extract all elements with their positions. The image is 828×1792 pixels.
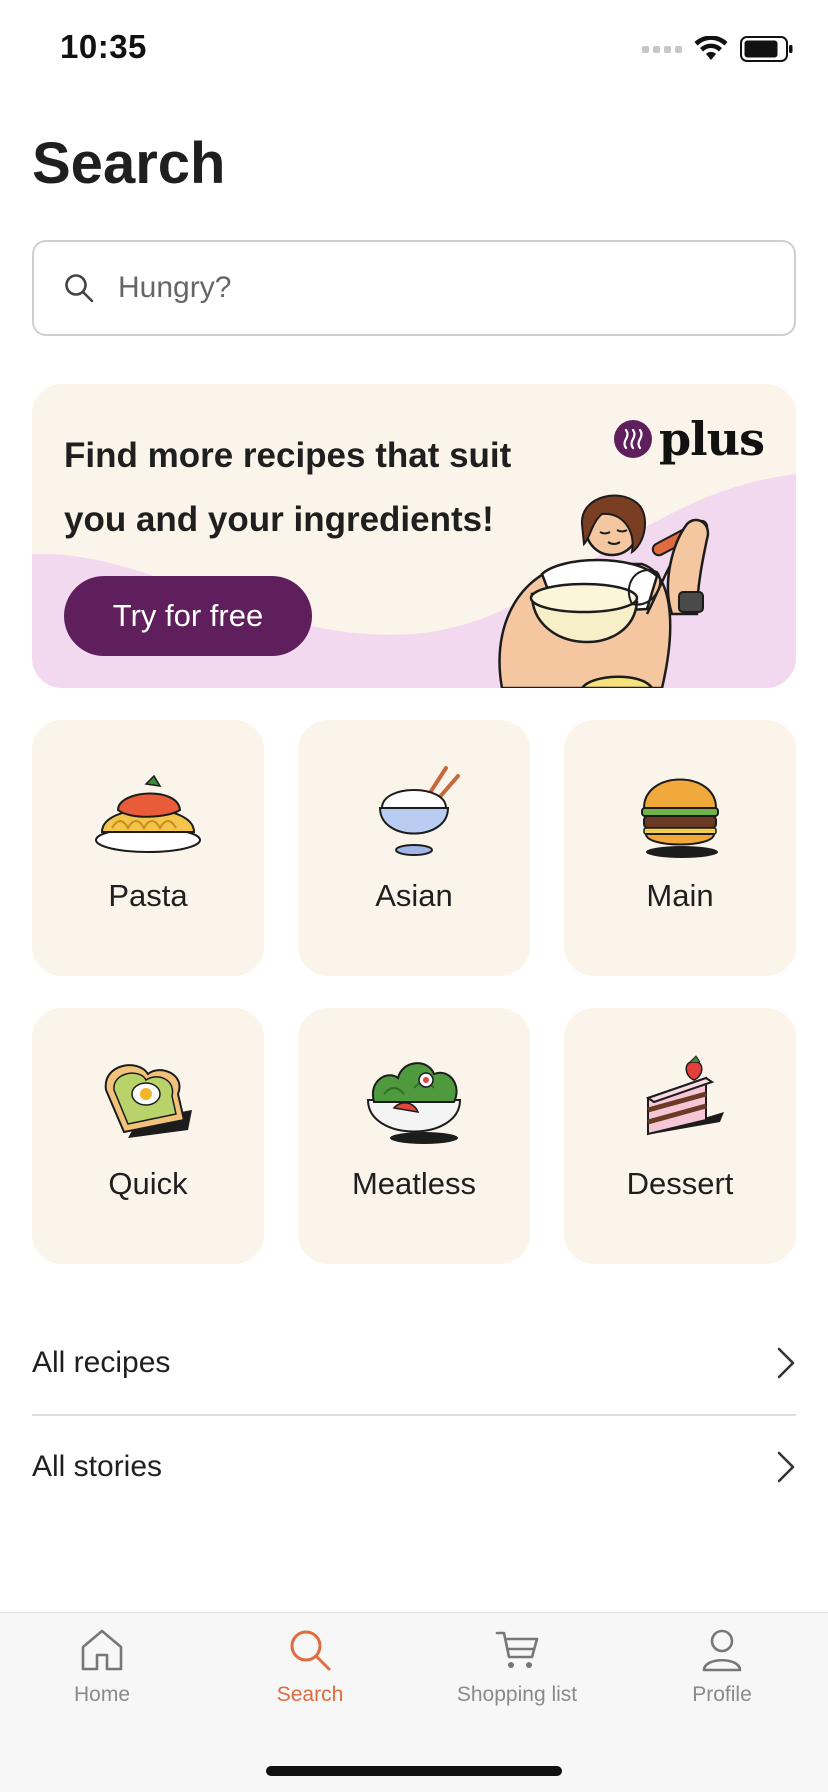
tab-label: Home: [73, 1683, 131, 1706]
status-bar: 10:35: [0, 0, 828, 100]
category-label: Quick: [108, 1166, 188, 1201]
salad-icon: [366, 1062, 462, 1144]
plus-logo: plus: [613, 412, 765, 466]
cellular-signal-icon: [642, 45, 682, 53]
all-recipes-label: All recipes: [32, 1346, 171, 1379]
category-asian[interactable]: Asian: [298, 720, 530, 976]
tab-label: Profile: [692, 1683, 752, 1706]
home-indicator: [266, 1766, 562, 1776]
plus-promo-banner[interactable]: Find more recipes that suit you and your…: [32, 384, 796, 688]
cart-icon: [495, 1631, 539, 1668]
pasta-icon: [95, 774, 201, 853]
category-grid: Pasta Asian Main Quick Meatless Dessert: [32, 720, 796, 1264]
search-input[interactable]: [118, 271, 718, 305]
category-dessert[interactable]: Dessert: [564, 1008, 796, 1264]
chef-whisking-illustration: [498, 494, 710, 688]
category-label: Asian: [375, 878, 453, 913]
category-meatless[interactable]: Meatless: [298, 1008, 530, 1264]
status-time: 10:35: [60, 28, 147, 65]
all-stories-label: All stories: [32, 1449, 163, 1483]
category-label: Main: [646, 878, 714, 913]
page-title: Search: [32, 131, 226, 196]
burger-icon: [641, 778, 719, 858]
tab-profile[interactable]: Profile: [632, 1627, 812, 1707]
promo-text: Find more recipes that suit you and your…: [64, 436, 512, 539]
chevron-right-icon: [777, 1451, 795, 1482]
tab-label: Shopping list: [456, 1683, 578, 1706]
category-quick[interactable]: Quick: [32, 1008, 264, 1264]
battery-icon: [740, 36, 793, 62]
tab-home[interactable]: Home: [12, 1627, 192, 1707]
search-bar[interactable]: [32, 240, 796, 336]
wifi-icon: [694, 36, 728, 60]
status-icons: [642, 36, 794, 62]
search-icon: [65, 274, 94, 303]
cake-icon: [645, 1055, 724, 1136]
category-label: Pasta: [108, 878, 188, 913]
search-icon: [290, 1630, 331, 1671]
profile-icon: [702, 1629, 742, 1672]
home-icon: [81, 1629, 123, 1671]
bottom-tab-bar: Home Search Shopping list Profile: [0, 1612, 828, 1792]
category-label: Meatless: [351, 1166, 477, 1201]
plus-logo-text: plus: [659, 412, 765, 466]
rice-bowl-icon: [378, 766, 460, 856]
category-label: Dessert: [626, 1166, 734, 1201]
all-stories-row[interactable]: All stories: [32, 1416, 796, 1518]
tab-shopping-list[interactable]: Shopping list: [427, 1627, 607, 1707]
category-main[interactable]: Main: [564, 720, 796, 976]
try-for-free-button[interactable]: Try for free: [64, 576, 312, 656]
plus-logo-icon: [614, 420, 653, 458]
chevron-right-icon: [777, 1347, 795, 1379]
toast-icon: [104, 1064, 192, 1138]
tab-label: Search: [276, 1683, 344, 1706]
tab-search[interactable]: Search: [220, 1627, 400, 1707]
browse-links-list: All recipes All stories: [32, 1312, 796, 1518]
category-pasta[interactable]: Pasta: [32, 720, 264, 976]
all-recipes-row[interactable]: All recipes: [32, 1312, 796, 1414]
